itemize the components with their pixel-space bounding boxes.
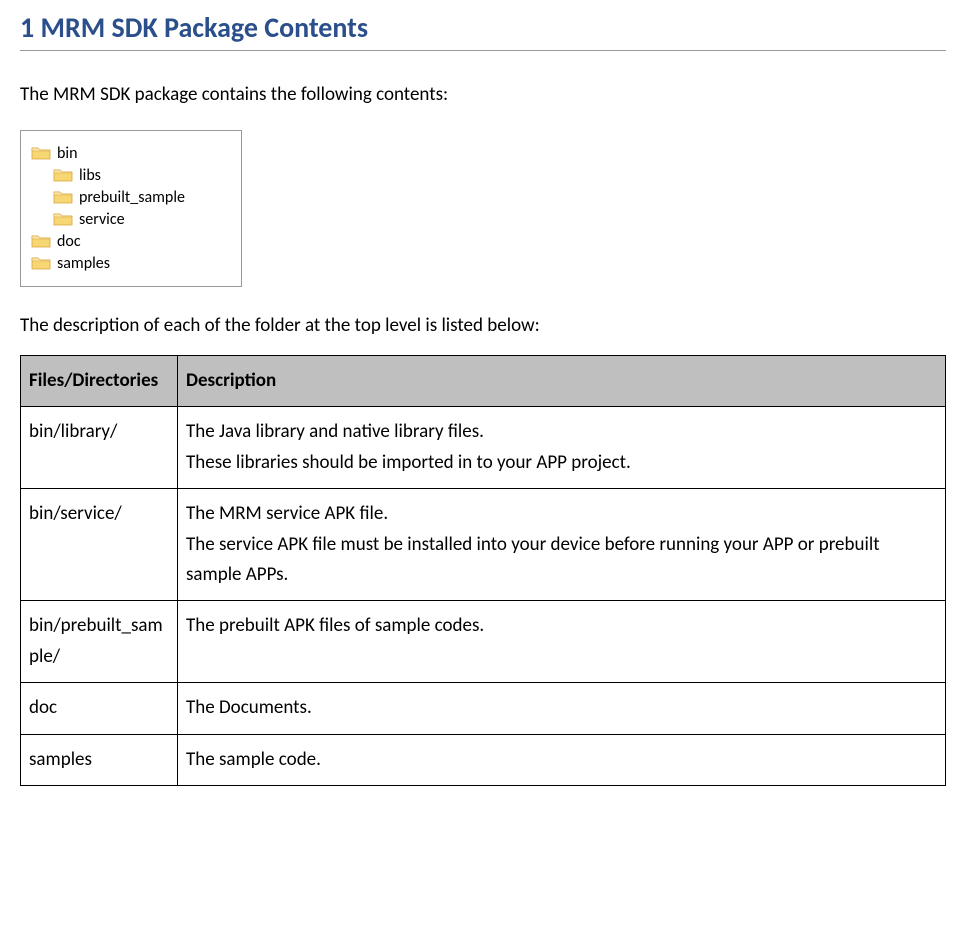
folder-icon: [53, 189, 73, 205]
folder-icon: [31, 255, 51, 271]
table-cell-desc: The prebuilt APK files of sample codes.: [178, 601, 946, 683]
folder-icon: [53, 167, 73, 183]
folder-label: bin: [57, 144, 77, 163]
folder-item: prebuilt_sample: [53, 188, 231, 207]
table-header-description: Description: [178, 356, 946, 407]
folder-icon: [53, 211, 73, 227]
table-row: bin/library/The Java library and native …: [21, 407, 946, 489]
folder-item: libs: [53, 166, 231, 185]
folder-label: prebuilt_sample: [79, 188, 185, 207]
table-row: bin/prebuilt_sample/The prebuilt APK fil…: [21, 601, 946, 683]
table-row: bin/service/The MRM service APK file.The…: [21, 489, 946, 601]
divider: [20, 50, 946, 51]
table-cell-name: bin/service/: [21, 489, 178, 601]
folder-label: doc: [57, 232, 81, 251]
intro-text: The MRM SDK package contains the followi…: [20, 81, 946, 110]
page-title: 1 MRM SDK Package Contents: [20, 10, 946, 45]
description-intro: The description of each of the folder at…: [20, 312, 946, 341]
folder-item: bin: [31, 144, 231, 163]
folder-tree-image: binlibs prebuilt_sampleservice doc samples: [20, 130, 242, 287]
table-row: samplesThe sample code.: [21, 734, 946, 785]
table-cell-name: samples: [21, 734, 178, 785]
table-cell-desc: The Java library and native library file…: [178, 407, 946, 489]
folder-label: samples: [57, 254, 110, 273]
table-cell-desc: The Documents.: [178, 683, 946, 734]
folder-label: libs: [79, 166, 101, 185]
table-cell-desc: The MRM service APK file.The service APK…: [178, 489, 946, 601]
folder-item: doc: [31, 232, 231, 251]
table-cell-name: doc: [21, 683, 178, 734]
table-row: docThe Documents.: [21, 683, 946, 734]
folder-description-table: Files/Directories Description bin/librar…: [20, 355, 946, 786]
table-cell-name: bin/library/: [21, 407, 178, 489]
table-header-files: Files/Directories: [21, 356, 178, 407]
folder-item: samples: [31, 254, 231, 273]
folder-icon: [31, 145, 51, 161]
table-cell-name: bin/prebuilt_sample/: [21, 601, 178, 683]
folder-label: service: [79, 210, 125, 229]
folder-item: service: [53, 210, 231, 229]
table-cell-desc: The sample code.: [178, 734, 946, 785]
folder-icon: [31, 233, 51, 249]
